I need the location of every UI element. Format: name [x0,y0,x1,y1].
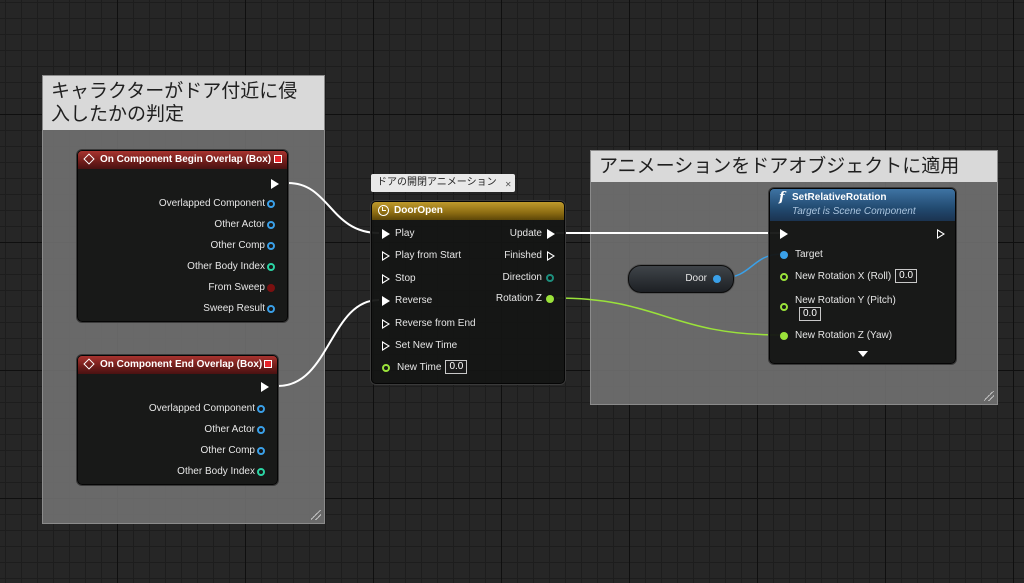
pitch-value-field[interactable]: 0.0 [799,307,821,321]
other-comp-pin[interactable] [267,242,275,250]
update-exec-out-pin[interactable] [547,229,555,239]
resize-grip-icon[interactable] [984,391,994,401]
door-object-pin[interactable] [713,275,721,283]
pin-other-actor: Other Actor [214,219,265,230]
pin-yaw: New Rotation Z (Yaw) [795,330,893,341]
end-overlap-title: On Component End Overlap (Box) [100,359,263,370]
pin-new-time: New Time 0.0 [397,360,468,376]
stop-exec-pin[interactable] [382,274,390,284]
other-actor-pin[interactable] [267,221,275,229]
pin-from-sweep: From Sweep [208,282,265,293]
pin-set-new-time: Set New Time [395,340,458,351]
timeline-comment-text: ドアの開閉アニメーション [377,177,497,188]
pin-overlapped-component: Overlapped Component [158,198,265,209]
end-overlap-event-node[interactable]: On Component End Overlap (Box) Overlappe… [77,355,278,485]
set-rotation-exec-in-pin[interactable] [780,229,788,239]
reverse-from-end-exec-pin[interactable] [382,319,390,329]
end-overlap-header[interactable]: On Component End Overlap (Box) [78,356,277,374]
pin-finished: Finished [504,250,542,261]
target-pin[interactable] [780,251,788,259]
finished-exec-out-pin[interactable] [547,251,555,261]
pin-direction: Direction [502,272,542,283]
overlapped-component-pin[interactable] [267,200,275,208]
direction-pin[interactable] [546,274,554,282]
set-relative-rotation-subtitle: Target is Scene Component [792,206,916,217]
timeline-clock-icon [378,205,389,216]
yaw-pin[interactable] [780,332,788,340]
pin-other-comp: Other Comp [210,240,265,251]
set-relative-rotation-node[interactable]: f SetRelativeRotation Target is Scene Co… [769,188,956,364]
timeline-header[interactable]: DoorOpen [372,202,564,220]
other-body-index-pin[interactable] [267,263,275,271]
event-close-icon [264,360,272,368]
comment-title-apply-animation[interactable]: アニメーションをドアオブジェクトに適用 [591,151,997,182]
reverse-exec-pin[interactable] [382,296,390,306]
other-body-index-pin[interactable] [257,468,265,476]
new-time-float-pin[interactable] [382,364,390,372]
play-from-start-exec-pin[interactable] [382,251,390,261]
timeline-title: DoorOpen [394,205,443,216]
from-sweep-pin[interactable] [267,284,275,292]
set-rotation-exec-out-pin[interactable] [937,229,945,239]
sweep-result-pin[interactable] [267,305,275,313]
pin-other-body-index: Other Body Index [187,261,265,272]
event-close-icon [274,155,282,163]
pin-other-comp: Other Comp [200,445,255,456]
event-diamond-icon [83,153,95,165]
timeline-comment-bubble[interactable]: ドアの開閉アニメーション ✕ [371,174,515,192]
play-exec-pin[interactable] [382,229,390,239]
pin-play-from-start: Play from Start [395,250,462,261]
set-relative-rotation-title: SetRelativeRotation [792,192,887,203]
pin-roll: New Rotation X (Roll) 0.0 [795,269,918,285]
begin-overlap-event-node[interactable]: On Component Begin Overlap (Box) Overlap… [77,150,288,322]
set-relative-rotation-header[interactable]: f SetRelativeRotation Target is Scene Co… [770,189,955,221]
begin-overlap-header[interactable]: On Component Begin Overlap (Box) [78,151,287,169]
pin-overlapped-component: Overlapped Component [148,403,255,414]
pin-other-actor: Other Actor [204,424,255,435]
pin-play: Play [395,228,415,239]
roll-pin[interactable] [780,273,788,281]
timeline-dooropen-node[interactable]: DoorOpen Play Play from Start Stop Rever… [371,201,565,384]
pin-update: Update [509,228,542,239]
event-diamond-icon [83,358,95,370]
rotation-z-pin[interactable] [546,295,554,303]
end-exec-out-pin[interactable] [261,382,269,392]
door-variable-node[interactable]: Door [628,265,734,293]
expand-advanced-arrow-icon[interactable] [858,351,868,357]
pitch-pin[interactable] [780,303,788,311]
pin-other-body-index: Other Body Index [177,466,255,477]
function-icon: f [779,190,785,205]
pin-comment-icon[interactable]: ✕ [505,176,512,194]
comment-title-overlap-detection[interactable]: キャラクターがドア付近に侵 入したかの判定 [43,76,324,130]
set-new-time-exec-pin[interactable] [382,341,390,351]
pin-rotation-z: Rotation Z [495,293,542,304]
pin-sweep-result: Sweep Result [203,303,265,314]
new-time-value-field[interactable]: 0.0 [445,360,468,375]
pin-reverse: Reverse [395,295,433,306]
pin-stop: Stop [395,273,416,284]
door-variable-label: Door [685,273,707,284]
pin-reverse-from-end: Reverse from End [395,318,476,329]
begin-overlap-title: On Component Begin Overlap (Box) [100,154,272,165]
pin-target: Target [795,249,823,260]
other-actor-pin[interactable] [257,426,265,434]
begin-exec-out-pin[interactable] [271,179,279,189]
overlapped-component-pin[interactable] [257,405,265,413]
resize-grip-icon[interactable] [311,510,321,520]
roll-value-field[interactable]: 0.0 [895,269,918,284]
other-comp-pin[interactable] [257,447,265,455]
